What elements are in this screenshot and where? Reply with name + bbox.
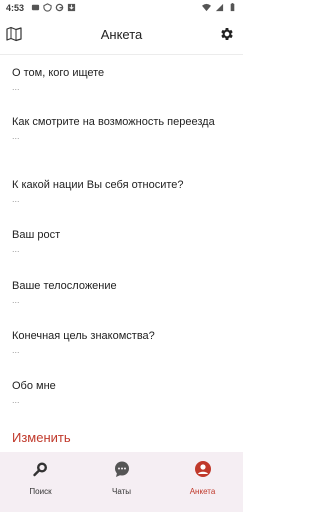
battery-icon — [230, 3, 235, 12]
status-left-icons — [31, 2, 76, 13]
section-question: Ваше телосложение — [12, 280, 117, 292]
profile-section: К какой нации Вы себя относите? ... — [12, 178, 232, 204]
profile-icon — [194, 461, 211, 477]
section-answer: ... — [12, 295, 20, 305]
section-question: Ваш рост — [12, 229, 61, 241]
g-icon — [55, 3, 64, 12]
gear-icon[interactable] — [219, 26, 235, 42]
search-icon — [32, 462, 47, 477]
profile-section: Ваше телосложение ... — [12, 279, 232, 305]
profile-section: Как смотрите на возможность переезда ... — [12, 115, 232, 141]
status-bar: 4:53 — [0, 0, 243, 16]
profile-section: О том, кого ищете ... — [12, 66, 232, 92]
section-question: Как смотрите на возможность переезда — [12, 116, 215, 128]
section-answer: ... — [12, 82, 20, 92]
profile-section: Ваш рост ... — [12, 228, 232, 254]
bottom-nav: Поиск Чаты Анкета — [0, 452, 243, 512]
section-answer: ... — [12, 194, 20, 204]
status-right-icons — [202, 2, 237, 13]
status-time: 4:53 — [6, 3, 25, 13]
profile-section: Обо мне ... — [12, 379, 232, 405]
shield-icon — [43, 3, 52, 12]
page-title: Анкета — [100, 27, 143, 42]
nav-label: Поиск — [29, 487, 52, 496]
section-question: Конечная цель знакомства? — [12, 330, 155, 342]
section-question: К какой нации Вы себя относите? — [12, 179, 184, 191]
section-answer: ... — [12, 345, 20, 355]
nav-item-profile[interactable]: Анкета — [162, 452, 243, 512]
nav-label: Чаты — [111, 487, 132, 496]
app-bar: Анкета — [0, 16, 243, 55]
download-icon — [67, 3, 76, 12]
profile-section: Конечная цель знакомства? ... — [12, 329, 232, 355]
nav-item-search[interactable]: Поиск — [0, 452, 81, 512]
media-icon — [31, 4, 40, 11]
section-question: Обо мне — [12, 380, 56, 392]
section-answer: ... — [12, 395, 20, 405]
wifi-icon — [202, 3, 211, 12]
nav-label: Анкета — [189, 487, 216, 496]
nav-item-chats[interactable]: Чаты — [81, 452, 162, 512]
signal-icon — [215, 3, 224, 12]
section-answer: ... — [12, 131, 20, 141]
section-question: О том, кого ищете — [12, 67, 105, 79]
chat-icon — [114, 461, 129, 477]
section-answer: ... — [12, 244, 20, 254]
edit-profile-link[interactable]: Изменить — [12, 430, 71, 445]
profile-content: О том, кого ищете ... Как смотрите на во… — [0, 54, 243, 452]
